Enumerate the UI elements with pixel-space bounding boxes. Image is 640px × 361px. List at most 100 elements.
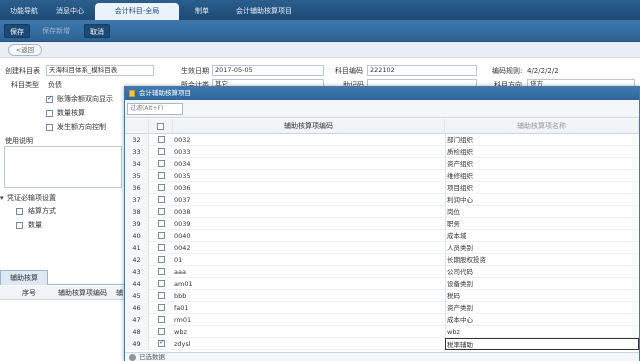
table-row[interactable]: 43 aaa 公司代码 [125,266,639,278]
table-row[interactable]: 38 0038 岗位 [125,206,639,218]
selected-data-footer: 已选数据 [125,352,639,361]
selected-data-label: 已选数据 [139,353,165,361]
aux-item-name[interactable]: 成本域 [445,230,639,242]
aux-item-name[interactable]: 资产类别 [445,302,639,314]
row-checkbox[interactable] [158,172,165,179]
table-row[interactable]: 45 bbb 税码 [125,290,639,302]
voucher-section-toggle-icon[interactable]: ▾ [0,193,4,203]
aux-grid-header: 序号 辅助核算项编码 辅 [0,286,124,300]
row-checkbox[interactable] [158,338,165,347]
table-row[interactable]: 39 0039 职务 [125,218,639,230]
row-checkbox[interactable] [158,244,165,251]
table-row[interactable]: 47 rm01 成本中心 [125,314,639,326]
aux-item-code: 0036 [174,184,191,192]
table-row[interactable]: 44 am01 设备类别 [125,278,639,290]
aux-item-name[interactable]: 长期股权投资 [445,254,639,266]
select-all-checkbox[interactable] [157,123,164,130]
table-row[interactable]: 41 0042 人员类别 [125,242,639,254]
tab-function-nav[interactable]: 功能导航 [0,3,48,20]
row-checkbox[interactable] [158,268,165,275]
aux-item-name[interactable]: 部门组织 [445,134,639,146]
dialog-title-text: 会计辅助核算项目 [139,89,191,97]
row-checkbox[interactable] [158,160,165,167]
table-row[interactable]: 40 0040 成本域 [125,230,639,242]
subject-table-field[interactable]: 天海科目体系_模科目表 [46,65,154,76]
aux-item-name[interactable]: 质检组织 [445,146,639,158]
row-checkbox[interactable] [158,328,165,335]
aux-item-name[interactable]: 成本中心 [445,314,639,326]
remark-textarea[interactable] [4,146,122,188]
tab-message-center[interactable]: 消息中心 [48,3,92,20]
settlement-method-checkbox[interactable] [16,208,23,215]
aux-item-name[interactable]: 项目组织 [445,182,639,194]
table-row[interactable]: 35 0035 维修组织 [125,170,639,182]
toolbar: 保存 保存新增 取消 [0,20,640,42]
tab-aux-accounting-items[interactable]: 会计辅助核算项目 [218,3,310,20]
row-number: 45 [125,290,149,302]
aux-item-code: 0037 [174,196,191,204]
row-number: 33 [125,146,149,158]
dialog-title: 会计辅助核算项目 [125,87,639,100]
row-checkbox[interactable] [158,232,165,239]
subject-code-field[interactable]: 222102 [367,65,477,76]
row-number: 38 [125,206,149,218]
table-row[interactable]: 33 0033 质检组织 [125,146,639,158]
row-number: 36 [125,182,149,194]
cancel-button[interactable]: 取消 [84,24,110,38]
aux-item-name[interactable]: 利润中心 [445,194,639,206]
aux-item-name[interactable]: 公司代码 [445,266,639,278]
tab-aux-accounting[interactable]: 辅助核算 [0,270,48,285]
quantity-accounting-checkbox[interactable] [46,110,53,117]
aux-item-name[interactable]: 税率辅助 [445,338,639,350]
dialog-table-body: 32 0032 部门组织 33 0033 质检组织 34 0034 资产组织 35 0035 维修组织… [125,134,639,352]
table-row[interactable]: 32 0032 部门组织 [125,134,639,146]
filter-bar: 过滤(Alt+F) [125,100,639,118]
quantity-checkbox[interactable] [16,222,23,229]
row-checkbox[interactable] [158,280,165,287]
row-checkbox[interactable] [158,316,165,323]
table-row[interactable]: 37 0037 利润中心 [125,194,639,206]
tab-subject-global[interactable]: 会计科目-全局 [95,3,179,20]
aux-item-name[interactable]: 人员类别 [445,242,639,254]
tab-voucher[interactable]: 制单 [181,3,223,20]
save-add-button[interactable]: 保存新增 [38,24,74,38]
aux-item-name[interactable]: 岗位 [445,206,639,218]
row-checkbox[interactable] [158,304,165,311]
aux-item-name[interactable]: 资产组织 [445,158,639,170]
aux-item-dialog: 会计辅助核算项目 过滤(Alt+F) 辅助核算项编码 辅助核算项名称 32 003… [124,86,640,361]
table-row[interactable]: 48 wbz wbz [125,326,639,338]
aux-item-name[interactable]: 维修组织 [445,170,639,182]
filter-input[interactable]: 过滤(Alt+F) [127,103,183,115]
selected-icon [129,354,136,361]
row-checkbox[interactable] [158,208,165,215]
row-number: 48 [125,326,149,338]
select-all-checkbox-cell[interactable] [149,119,173,134]
row-checkbox[interactable] [158,220,165,227]
two-way-balance-checkbox[interactable] [46,94,53,103]
aux-item-name[interactable]: 职务 [445,218,639,230]
aux-item-name[interactable]: wbz [445,326,639,338]
row-number: 44 [125,278,149,290]
direction-control-checkbox[interactable] [46,124,53,131]
table-row[interactable]: 34 0034 资产组织 [125,158,639,170]
aux-item-code: 0042 [174,244,191,252]
table-row[interactable]: 36 0036 项目组织 [125,182,639,194]
aux-item-name[interactable]: 税码 [445,290,639,302]
aux-item-code: am01 [174,280,193,288]
row-checkbox[interactable] [158,256,165,263]
effective-date-field[interactable]: 2017-05-05 [212,65,324,76]
table-row[interactable]: 42 01 长期股权投资 [125,254,639,266]
row-checkbox[interactable] [158,136,165,143]
aux-item-name[interactable]: 设备类别 [445,278,639,290]
back-button[interactable]: <返回 [8,44,42,56]
subject-table-label: 创建科目表 [5,67,40,75]
table-row[interactable]: 46 fa01 资产类别 [125,302,639,314]
row-checkbox[interactable] [158,196,165,203]
row-number: 40 [125,230,149,242]
save-button[interactable]: 保存 [4,24,30,38]
row-checkbox[interactable] [158,148,165,155]
row-checkbox[interactable] [158,292,165,299]
row-checkbox[interactable] [158,184,165,191]
table-row[interactable]: 49 zdysl 税率辅助 [125,338,639,350]
row-number: 35 [125,170,149,182]
